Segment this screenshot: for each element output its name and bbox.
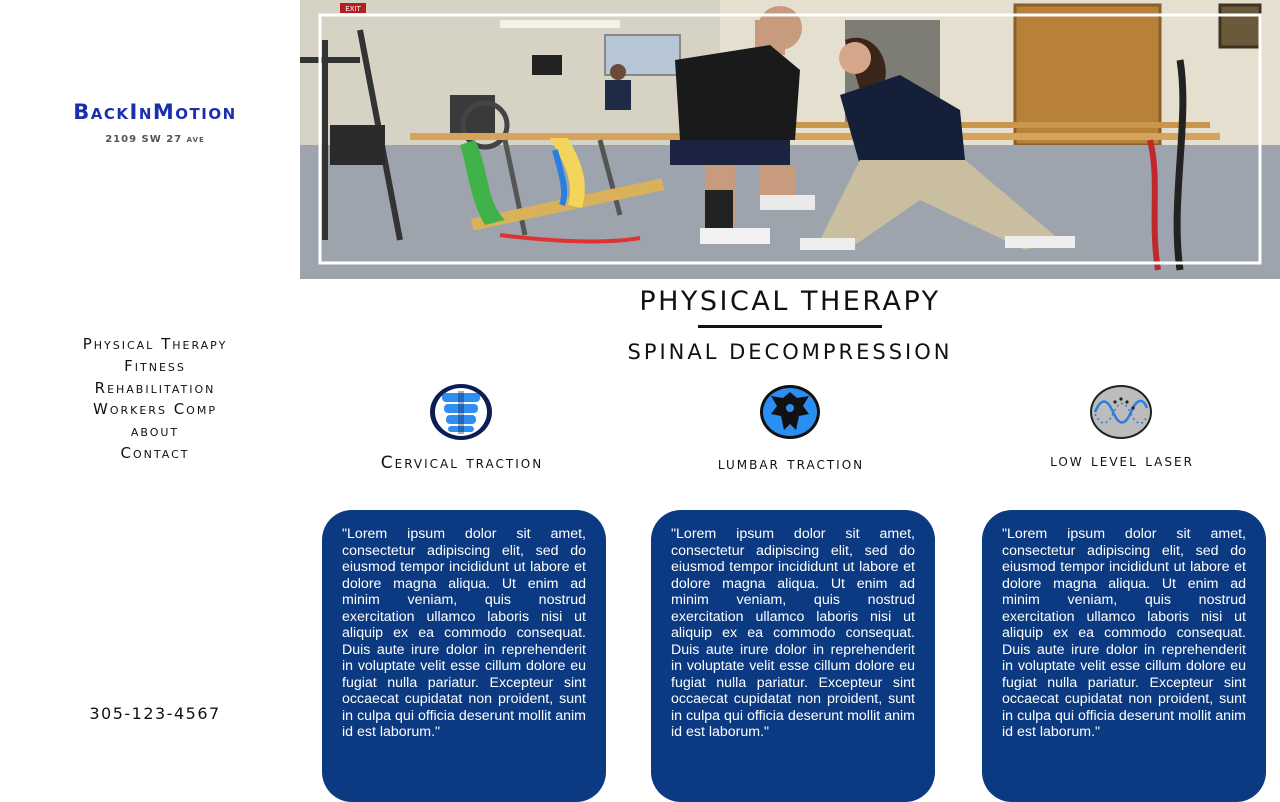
nav-item-fitness[interactable]: Fitness [0, 356, 310, 378]
feature-card-cervical: "Lorem ipsum dolor sit amet, consectetur… [322, 510, 606, 802]
laser-wave-icon [1089, 384, 1153, 444]
hero-photo: EXIT [300, 0, 1280, 279]
page-subtitle: SPINAL DECOMPRESSION [627, 340, 953, 364]
nav-item-contact[interactable]: Contact [0, 443, 310, 465]
nav-item-about[interactable]: about [0, 421, 310, 443]
page-title: PHYSICAL THERAPY [639, 286, 941, 317]
nav-item-physical-therapy[interactable]: Physical Therapy [0, 334, 310, 356]
feature-text-laser: "Lorem ipsum dolor sit amet, consectetur… [1002, 526, 1246, 740]
brand-logo[interactable]: BackInMotion [0, 100, 310, 124]
feature-title-lumbar: lumbar traction [717, 454, 865, 474]
feature-text-cervical: "Lorem ipsum dolor sit amet, consectetur… [342, 526, 586, 740]
address-text: 2109 SW 27 ave [105, 134, 205, 145]
nav-item-rehabilitation[interactable]: Rehabilitation [0, 378, 310, 400]
feature-card-laser: "Lorem ipsum dolor sit amet, consectetur… [982, 510, 1266, 802]
title-divider [698, 325, 882, 328]
feature-title-laser: low level laser [1050, 451, 1194, 471]
lumbar-vertebra-icon [759, 384, 821, 444]
exit-sign: EXIT [345, 5, 361, 13]
feature-card-lumbar: "Lorem ipsum dolor sit amet, consectetur… [651, 510, 935, 802]
feature-text-lumbar: "Lorem ipsum dolor sit amet, consectetur… [671, 526, 915, 740]
main-nav: Physical Therapy Fitness Rehabilitation … [0, 334, 310, 465]
feature-title-cervical: Cervical traction [380, 453, 544, 473]
nav-item-workers-comp[interactable]: Workers Comp [0, 399, 310, 421]
cervical-spine-icon [428, 382, 494, 446]
phone-number[interactable]: 305-123-4567 [0, 704, 310, 723]
